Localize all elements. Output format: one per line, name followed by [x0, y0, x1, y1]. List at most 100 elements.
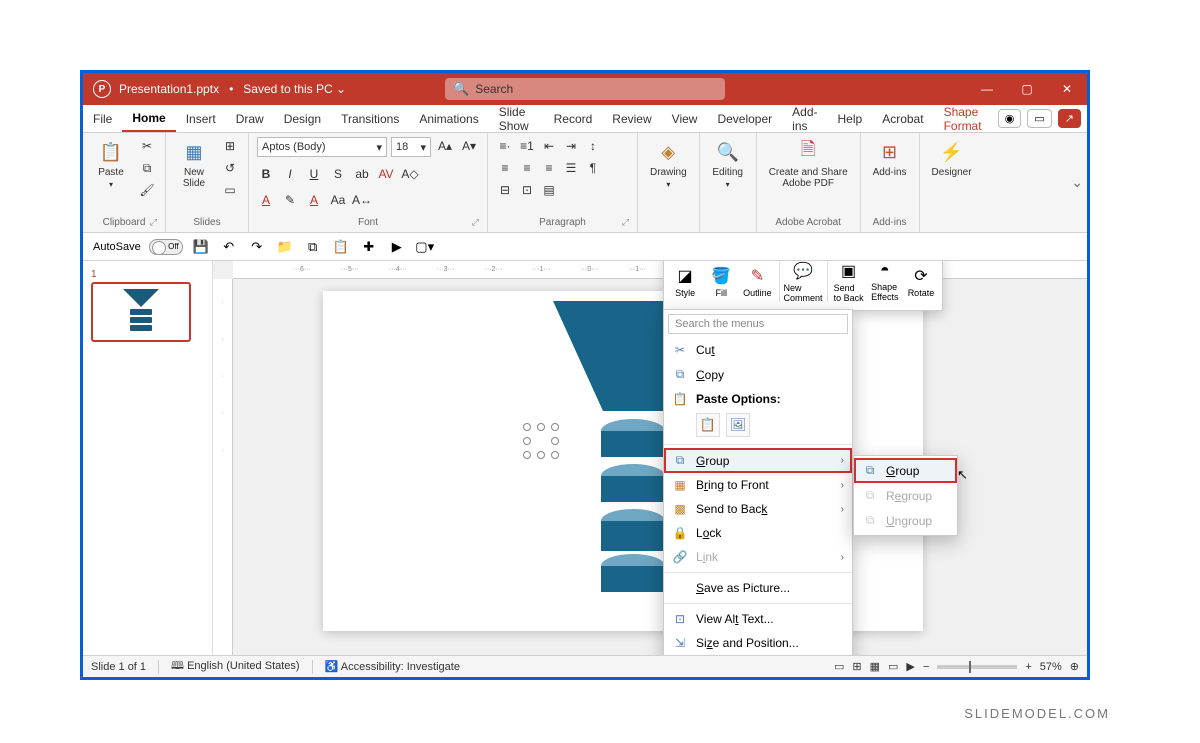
slide-thumbnail-panel[interactable]: 1 — [83, 261, 213, 655]
ctx-group[interactable]: ⧉Group› — [664, 448, 852, 473]
tab-file[interactable]: File — [83, 105, 122, 132]
justify-button[interactable]: ☰ — [562, 159, 580, 177]
tab-shape-format[interactable]: Shape Format — [934, 105, 998, 132]
context-menu-search[interactable]: Search the menus — [668, 314, 848, 334]
zoom-level[interactable]: 57% — [1040, 661, 1062, 673]
editing-button[interactable]: 🔍Editing▾ — [708, 137, 748, 191]
numbering-button[interactable]: ≡1 — [518, 137, 536, 155]
tab-view[interactable]: View — [662, 105, 708, 132]
format-painter-button[interactable]: 🖌 — [137, 181, 157, 199]
sorter-view-button[interactable]: ▦ — [870, 660, 880, 673]
horizontal-ruler[interactable]: ···6······5······4······3······2······1·… — [233, 261, 1087, 279]
create-pdf-button[interactable]: 🗎Create and Share Adobe PDF — [765, 137, 852, 191]
zoom-out-button[interactable]: − — [923, 661, 929, 673]
normal-view-button[interactable]: ⊞ — [852, 660, 861, 673]
font-launcher-icon[interactable]: ⤢ — [472, 217, 479, 228]
align-text-button[interactable]: ⊡ — [518, 181, 536, 199]
paragraph-launcher-icon[interactable]: ⤢ — [622, 217, 629, 228]
slide-thumbnail-1[interactable] — [91, 282, 191, 342]
bold-button[interactable]: B — [257, 165, 275, 183]
change-case-button[interactable]: Aa — [329, 191, 347, 209]
align-left-button[interactable]: ≡ — [496, 159, 514, 177]
ctx-alt-text[interactable]: ⊡View Alt Text... — [664, 607, 852, 631]
tab-design[interactable]: Design — [274, 105, 331, 132]
qat-layout-button[interactable]: ▢▾ — [415, 237, 435, 257]
minimize-button[interactable]: — — [967, 73, 1007, 105]
align-center-button[interactable]: ≡ — [518, 159, 536, 177]
font-fill-button[interactable]: A — [305, 191, 323, 209]
line-spacing-button[interactable]: ↕ — [584, 137, 602, 155]
designer-button[interactable]: ⚡Designer — [928, 137, 976, 180]
tab-developer[interactable]: Developer — [707, 105, 782, 132]
tab-help[interactable]: Help — [828, 105, 873, 132]
autosave-toggle[interactable]: Off — [149, 239, 183, 255]
redo-button[interactable]: ↷ — [247, 237, 267, 257]
ctx-bring-front[interactable]: ▦Bring to Front› — [664, 473, 852, 497]
ctx-send-back[interactable]: ▩Send to Back› — [664, 497, 852, 521]
section-button[interactable]: ▭ — [220, 181, 240, 199]
language-indicator[interactable]: 🕮 English (United States) — [171, 657, 300, 676]
slideshow-view-button[interactable]: ▶ — [906, 660, 914, 673]
selection-handles[interactable] — [523, 423, 563, 463]
bullets-button[interactable]: ≡· — [496, 137, 514, 155]
mini-fill-button[interactable]: 🪣Fill — [704, 261, 738, 306]
ctx-cut[interactable]: ✂Cut — [664, 338, 852, 362]
fit-window-button[interactable]: ⊕ — [1070, 660, 1079, 673]
ctx-lock[interactable]: 🔒Lock — [664, 521, 852, 545]
close-button[interactable]: ✕ — [1047, 73, 1087, 105]
qat-copy-button[interactable]: ⧉ — [303, 237, 323, 257]
copy-button[interactable]: ⧉ — [137, 159, 157, 177]
ctx-copy[interactable]: ⧉Copy — [664, 362, 852, 387]
mini-outline-button[interactable]: ✎Outline — [740, 261, 774, 306]
increase-font-button[interactable]: A▴ — [435, 137, 455, 155]
search-bar[interactable]: 🔍 Search — [445, 78, 725, 100]
qat-paste-button[interactable]: 📋 — [331, 237, 351, 257]
slide-edit-area[interactable]: ···6······5······4······3······2······1·… — [213, 261, 1087, 655]
tab-acrobat[interactable]: Acrobat — [872, 105, 933, 132]
mini-rotate-button[interactable]: ⟳Rotate — [904, 261, 938, 306]
title-filename-area[interactable]: Presentation1.pptx • Saved to this PC — [119, 82, 346, 96]
columns-button[interactable]: ⊟ — [496, 181, 514, 199]
shadow-button[interactable]: ab — [353, 165, 371, 183]
accessibility-indicator[interactable]: ♿ Accessibility: Investigate — [325, 660, 460, 673]
font-color-button[interactable]: A — [257, 191, 275, 209]
tab-review[interactable]: Review — [602, 105, 661, 132]
ctx-size-position[interactable]: ⇲Size and Position... — [664, 631, 852, 655]
undo-button[interactable]: ↶ — [219, 237, 239, 257]
italic-button[interactable]: I — [281, 165, 299, 183]
paste-option-dest-theme[interactable]: 📋 — [696, 413, 720, 437]
clipboard-launcher-icon[interactable]: ⤢ — [150, 217, 157, 228]
vertical-ruler[interactable]: ····· — [213, 279, 233, 655]
qat-folder-button[interactable]: 📁 — [275, 237, 295, 257]
maximize-button[interactable]: ▢ — [1007, 73, 1047, 105]
text-direction-button[interactable]: ¶ — [584, 159, 602, 177]
reset-button[interactable]: ↺ — [220, 159, 240, 177]
mini-comment-button[interactable]: 💬New Comment — [784, 261, 823, 306]
slide-counter[interactable]: Slide 1 of 1 — [91, 661, 146, 673]
tab-record[interactable]: Record — [544, 105, 603, 132]
decrease-font-button[interactable]: A▾ — [459, 137, 479, 155]
notes-button[interactable]: ▭ — [834, 660, 844, 673]
addins-button[interactable]: ⊞Add-ins — [869, 137, 911, 180]
tab-animations[interactable]: Animations — [409, 105, 488, 132]
record-indicator-button[interactable]: ◉ — [998, 109, 1022, 128]
qat-slideshow-button[interactable]: ▶ — [387, 237, 407, 257]
tab-insert[interactable]: Insert — [176, 105, 226, 132]
tab-transitions[interactable]: Transitions — [331, 105, 409, 132]
char-spacing-button[interactable]: A↔ — [353, 191, 371, 209]
new-slide-button[interactable]: ▦ New Slide — [174, 137, 214, 191]
reading-view-button[interactable]: ▭ — [888, 660, 898, 673]
zoom-in-button[interactable]: + — [1025, 661, 1031, 673]
mini-effects-button[interactable]: ◓Shape Effects — [868, 261, 902, 306]
zoom-slider[interactable] — [937, 665, 1017, 669]
underline-button[interactable]: U — [305, 165, 323, 183]
qat-new-button[interactable]: ✚ — [359, 237, 379, 257]
smartart-button[interactable]: ▤ — [540, 181, 558, 199]
indent-inc-button[interactable]: ⇥ — [562, 137, 580, 155]
cut-button[interactable]: ✂ — [137, 137, 157, 155]
font-size-dropdown[interactable]: 18▾ — [391, 137, 431, 157]
layout-button[interactable]: ⊞ — [220, 137, 240, 155]
clear-format-button[interactable]: A◇ — [401, 165, 419, 183]
paste-button[interactable]: 📋 Paste ▾ — [91, 137, 131, 191]
paste-option-picture[interactable]: 🖼 — [726, 413, 750, 437]
